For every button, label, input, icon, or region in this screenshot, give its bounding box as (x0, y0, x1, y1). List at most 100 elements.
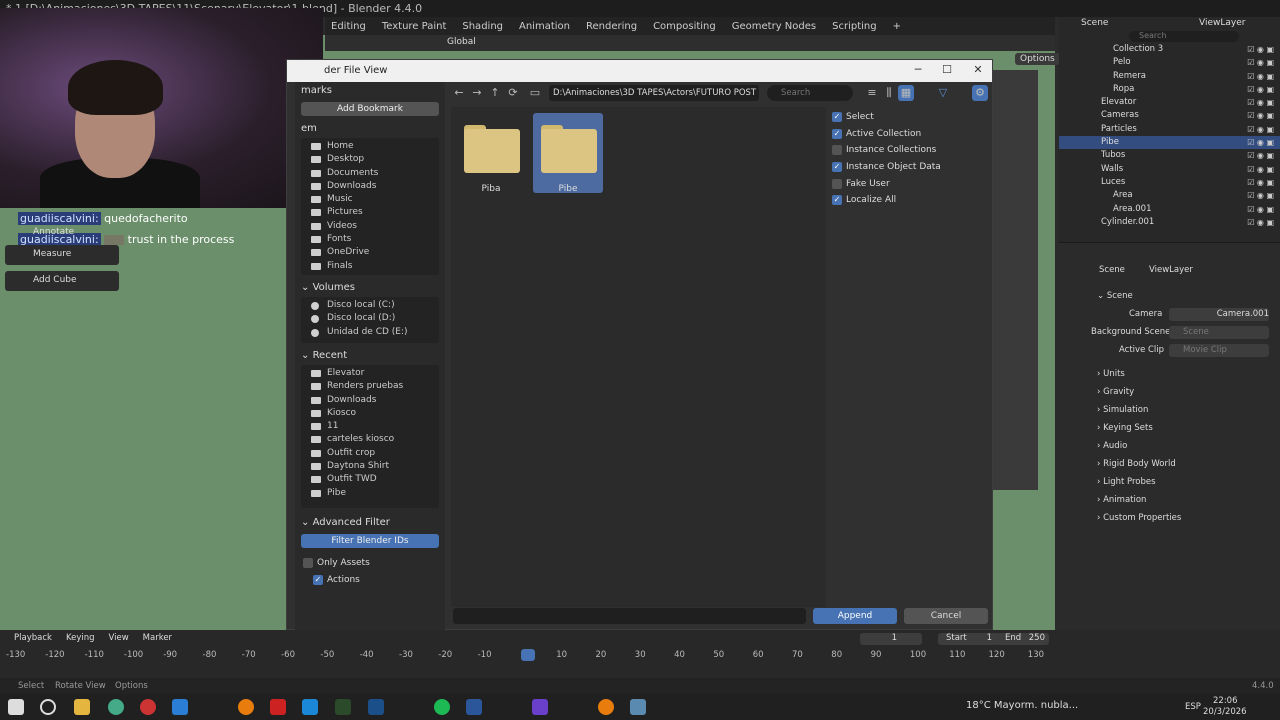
options-dropdown[interactable]: Options (1015, 53, 1060, 65)
close-icon[interactable]: ✕ (970, 63, 986, 76)
transform-orientation[interactable]: Global (447, 37, 476, 47)
timeline-menu[interactable]: Marker (143, 633, 172, 643)
blender-icon[interactable] (238, 699, 254, 715)
workspace-tab[interactable]: Editing (331, 21, 366, 32)
checkbox[interactable]: ✓ (832, 128, 842, 139)
back-icon[interactable]: ← (451, 85, 467, 101)
new-folder-icon[interactable]: ▭ (527, 85, 543, 101)
folder-item[interactable]: Piba (456, 117, 526, 197)
sidebar-item[interactable]: Music (301, 193, 439, 206)
add-bookmark-button[interactable]: Add Bookmark (301, 102, 439, 116)
visibility-icon[interactable]: ☑ ◉ ▣ (1247, 149, 1274, 162)
sidebar-item[interactable]: Daytona Shirt (301, 460, 439, 473)
clock-time[interactable]: 22:06 (1213, 696, 1238, 706)
youtube-icon[interactable] (270, 699, 286, 715)
outliner-row[interactable]: Area.001 ☑ ◉ ▣ (1059, 203, 1280, 216)
start-frame-field[interactable]: Start 1 (938, 633, 1000, 645)
outliner-row[interactable]: Luces ☑ ◉ ▣ (1059, 176, 1280, 189)
sidebar-item[interactable]: Videos (301, 220, 439, 233)
actions-option[interactable]: ✓ Actions (313, 573, 445, 590)
outliner-row[interactable]: Ropa ☑ ◉ ▣ (1059, 83, 1280, 96)
end-frame-field[interactable]: End 250 (997, 633, 1049, 645)
option-checkbox[interactable]: Instance Collections (832, 143, 987, 160)
only-assets-option[interactable]: Only Assets (303, 556, 445, 573)
outliner-row[interactable]: Pelo ☑ ◉ ▣ (1059, 56, 1280, 69)
filter-icon[interactable]: ▽ (935, 85, 951, 101)
sidebar-item[interactable]: Outfit crop (301, 447, 439, 460)
refresh-icon[interactable]: ⟳ (505, 85, 521, 101)
workspace-tab[interactable]: Geometry Nodes (732, 21, 816, 32)
sidebar-item[interactable]: Pictures (301, 206, 439, 219)
property-panel-header[interactable]: › Rigid Body World (1059, 455, 1280, 473)
workspace-tab[interactable]: Rendering (586, 21, 637, 32)
visibility-icon[interactable]: ☑ ◉ ▣ (1247, 203, 1274, 216)
visibility-icon[interactable]: ☑ ◉ ▣ (1247, 123, 1274, 136)
checkbox[interactable]: ✓ (832, 195, 842, 206)
vscode-icon[interactable] (368, 699, 384, 715)
property-panel-header[interactable]: › Light Probes (1059, 473, 1280, 491)
photoshop-icon[interactable] (302, 699, 318, 715)
scene-selector[interactable]: Scene (1081, 18, 1108, 28)
checkbox[interactable]: ✓ (832, 112, 842, 122)
visibility-icon[interactable]: ☑ ◉ ▣ (1247, 109, 1274, 122)
outliner-row[interactable]: Pibe ☑ ◉ ▣ (1059, 136, 1280, 150)
system-header[interactable]: em (295, 120, 445, 138)
property-panel-header[interactable]: › Animation (1059, 491, 1280, 509)
sidebar-item[interactable]: Pibe (301, 487, 439, 500)
timeline-menu[interactable]: View (109, 633, 129, 643)
parent-dir-icon[interactable]: ↑ (487, 85, 503, 101)
sidebar-item[interactable]: Outfit TWD (301, 473, 439, 486)
visibility-icon[interactable]: ☑ ◉ ▣ (1247, 163, 1274, 176)
append-button[interactable]: Append (813, 608, 897, 624)
sidebar-item[interactable]: Disco local (C:) (301, 299, 439, 312)
cancel-button[interactable]: Cancel (904, 608, 988, 624)
sidebar-item[interactable]: Fonts (301, 233, 439, 246)
checkbox[interactable]: ✓ (832, 162, 842, 173)
option-checkbox[interactable]: ✓ Select (832, 110, 987, 127)
visibility-icon[interactable]: ☑ ◉ ▣ (1247, 83, 1274, 96)
property-panel-header[interactable]: › Custom Properties (1059, 509, 1280, 527)
file-explorer-icon[interactable] (74, 699, 90, 715)
camera-field[interactable]: Camera.001 (1169, 308, 1269, 321)
edge-icon[interactable] (172, 699, 188, 715)
workspace-tab[interactable]: Scripting (832, 21, 876, 32)
sidebar-item[interactable]: Kiosco (301, 407, 439, 420)
active-clip-field[interactable]: Movie Clip (1169, 344, 1269, 357)
timeline-menu[interactable]: Keying (66, 633, 95, 643)
sidebar-item[interactable]: carteles kiosco (301, 433, 439, 446)
workspace-tab[interactable]: Compositing (653, 21, 716, 32)
workspace-tab[interactable]: Animation (519, 21, 570, 32)
checkbox[interactable] (832, 145, 842, 156)
clock-date[interactable]: 20/3/2026 (1203, 707, 1247, 717)
folder-item[interactable]: Pibe (533, 113, 603, 194)
sidebar-item[interactable]: Documents (301, 167, 439, 180)
bookmarks-header[interactable]: marks (295, 82, 445, 100)
word-icon[interactable] (466, 699, 482, 715)
horizontal-list-icon[interactable]: ⫼ (881, 85, 897, 101)
spotify-icon[interactable] (434, 699, 450, 715)
minimize-icon[interactable]: ─ (910, 63, 926, 76)
visibility-icon[interactable]: ☑ ◉ ▣ (1247, 43, 1274, 56)
visibility-icon[interactable]: ☑ ◉ ▣ (1247, 136, 1274, 149)
tool-measure[interactable]: Measure (5, 245, 119, 265)
blender-active-icon[interactable] (598, 699, 614, 715)
sidebar-item[interactable]: Finals (301, 260, 439, 273)
workspace-tab[interactable]: Shading (462, 21, 503, 32)
option-checkbox[interactable]: ✓ Localize All (832, 193, 987, 210)
twitch-icon[interactable] (532, 699, 548, 715)
option-checkbox[interactable]: Fake User (832, 177, 987, 194)
sidebar-item[interactable]: Disco local (D:) (301, 312, 439, 325)
scene-panel-header[interactable]: ⌄ Scene (1059, 287, 1280, 305)
vertical-list-icon[interactable]: ≡ (864, 85, 880, 101)
option-checkbox[interactable]: ✓ Active Collection (832, 127, 987, 144)
workspace-tab[interactable]: + (893, 21, 901, 32)
sidebar-item[interactable]: Desktop (301, 153, 439, 166)
recent-header[interactable]: ⌄ Recent (295, 347, 445, 365)
outliner-row[interactable]: Elevator ☑ ◉ ▣ (1059, 96, 1280, 109)
view-layer-selector[interactable]: ViewLayer (1199, 18, 1245, 28)
chrome-icon[interactable] (108, 699, 124, 715)
outliner-row[interactable]: Cylinder.001 ☑ ◉ ▣ (1059, 216, 1280, 229)
property-panel-header[interactable]: › Gravity (1059, 383, 1280, 401)
property-panel-header[interactable]: › Keying Sets (1059, 419, 1280, 437)
visibility-icon[interactable]: ☑ ◉ ▣ (1247, 216, 1274, 229)
